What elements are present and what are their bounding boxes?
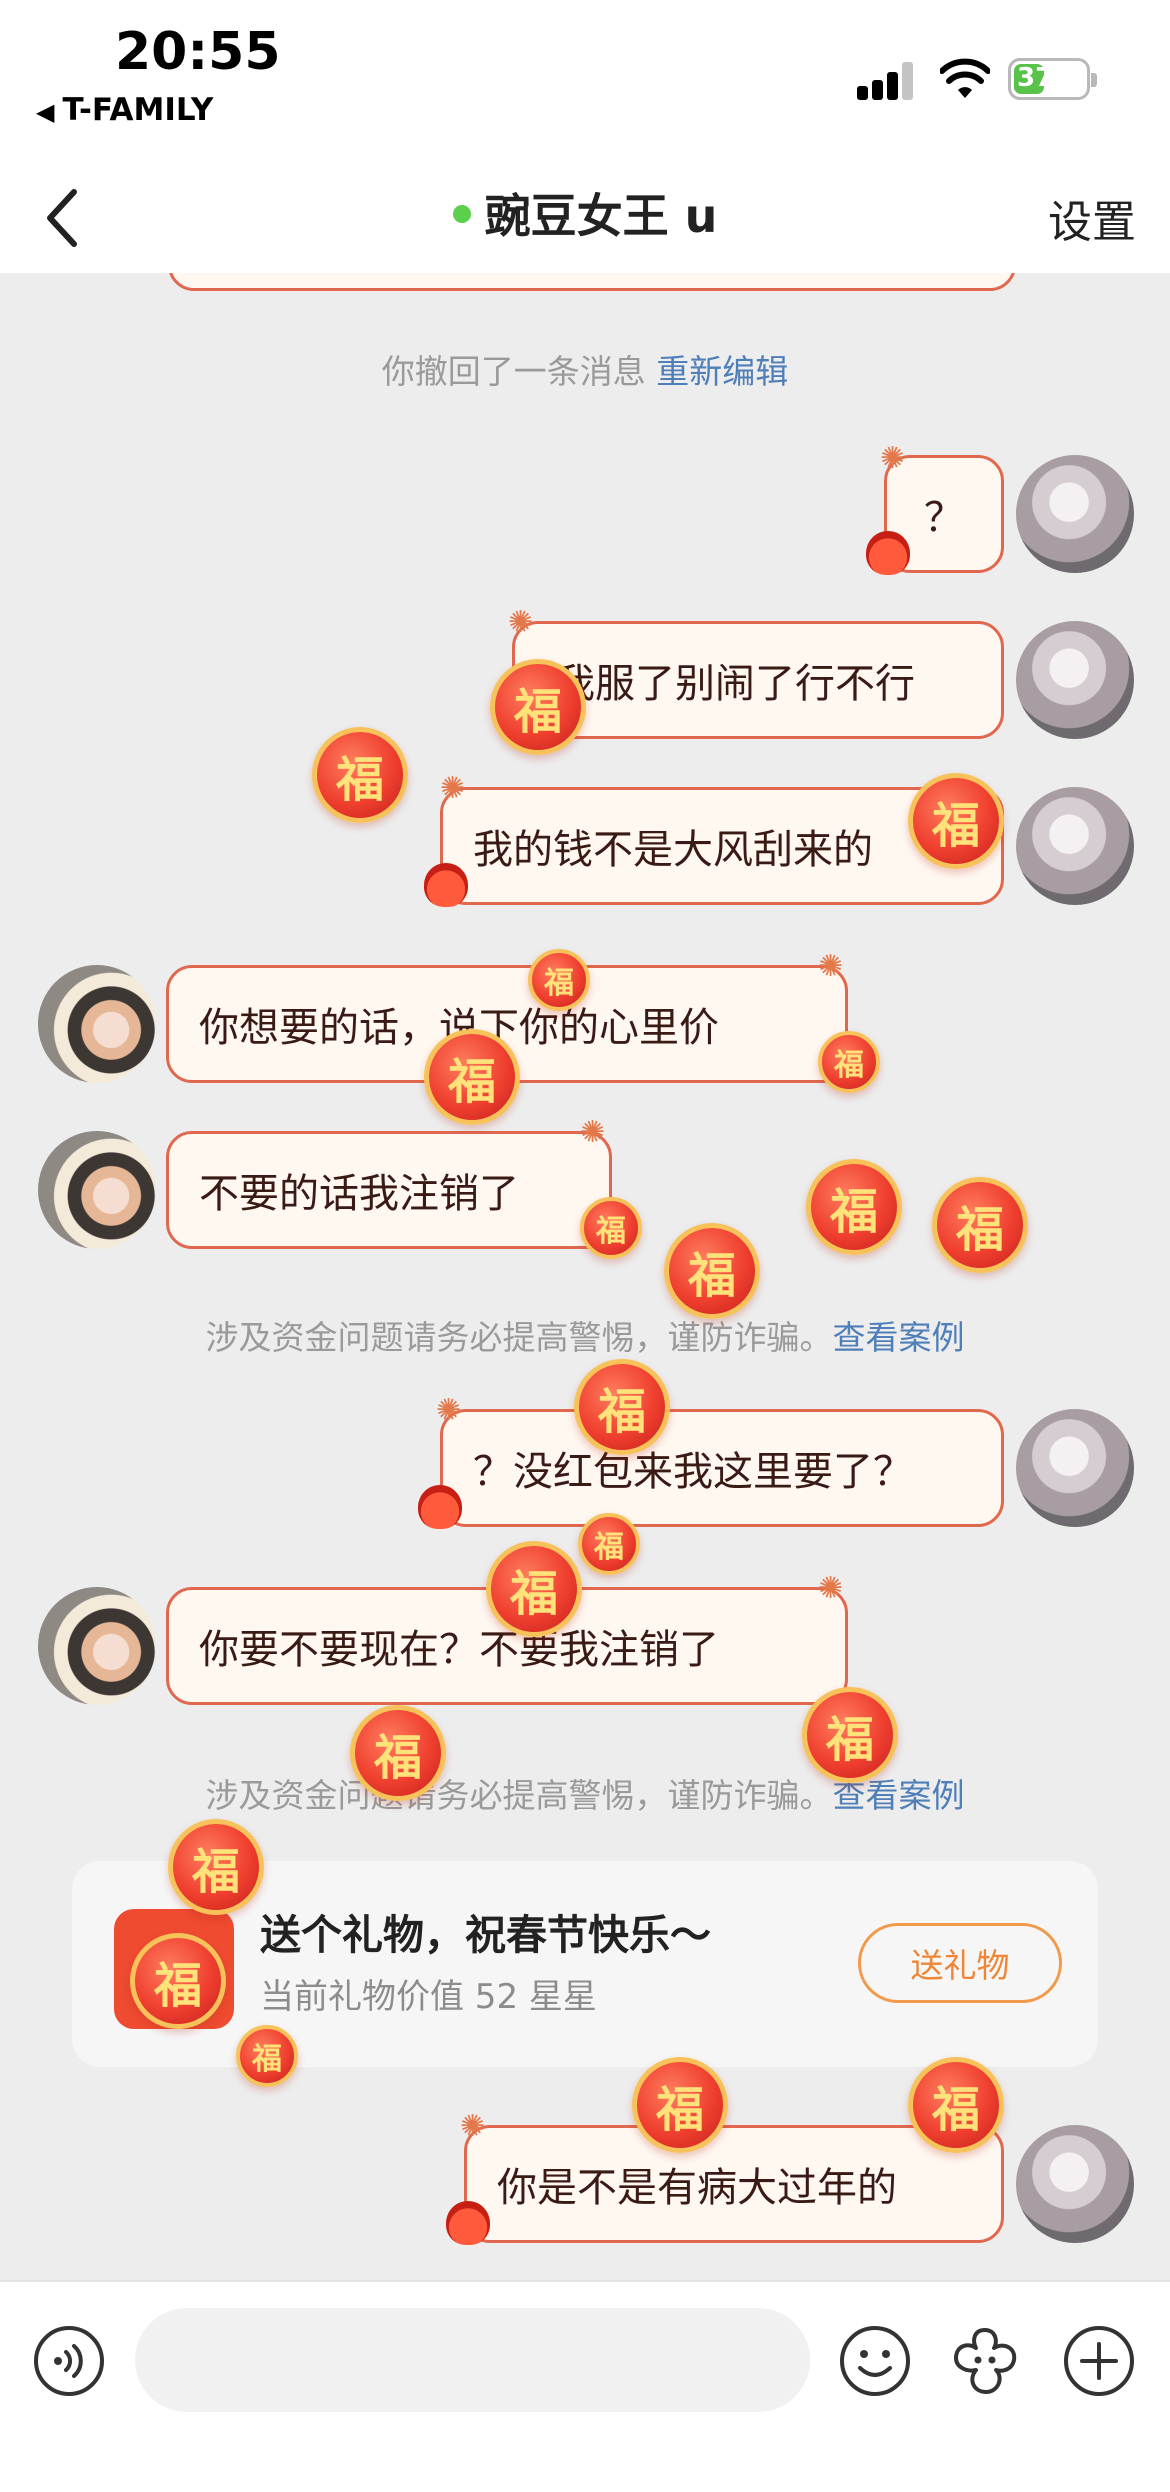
message-bubble[interactable]: 你是不是有病大过年的 bbox=[464, 2125, 1004, 2243]
fu-decoration: 福 bbox=[806, 1159, 902, 1255]
firework-icon: ✺ bbox=[880, 441, 906, 476]
fu-decoration: 福 bbox=[130, 1933, 226, 2029]
message-input[interactable] bbox=[135, 2308, 810, 2412]
gift-title: 送个礼物，祝春节快乐～ bbox=[260, 1911, 711, 1959]
firework-icon: ✺ bbox=[460, 2109, 486, 2144]
red-pouch-icon bbox=[866, 531, 910, 575]
status-bar: 20:55 ◀ T-FAMILY 37 bbox=[0, 0, 1170, 160]
fu-decoration: 福 bbox=[908, 2057, 1004, 2153]
fu-decoration: 福 bbox=[574, 1359, 670, 1455]
input-bar bbox=[0, 2280, 1170, 2492]
fu-decoration: 福 bbox=[236, 2025, 298, 2087]
fu-decoration: 福 bbox=[908, 773, 1004, 869]
red-pouch-icon bbox=[418, 1485, 462, 1529]
sticker-icon[interactable] bbox=[948, 2324, 1022, 2398]
fraud-warning: 涉及资金问题请务必提高警惕，谨防诈骗。查看案例 bbox=[0, 1769, 1170, 1817]
my-avatar[interactable] bbox=[1016, 455, 1134, 573]
fu-decoration: 福 bbox=[632, 2057, 728, 2153]
fraud-warning: 涉及资金问题请务必提高警惕，谨防诈骗。查看案例 bbox=[0, 1311, 1170, 1359]
wifi-icon bbox=[940, 58, 990, 98]
fu-decoration: 福 bbox=[312, 727, 408, 823]
firework-icon: ✺ bbox=[818, 949, 844, 984]
red-pouch-icon bbox=[424, 863, 468, 907]
message-bubble[interactable]: ？没红包来我这里要了？ bbox=[440, 1409, 1004, 1527]
contact-avatar[interactable] bbox=[38, 1587, 156, 1705]
contact-avatar[interactable] bbox=[38, 965, 156, 1083]
message-text: 你是不是有病大过年的 bbox=[497, 2165, 897, 2211]
battery-icon: 37 bbox=[1008, 58, 1097, 100]
gift-value: 当前礼物价值 52 星星 bbox=[260, 1977, 597, 2017]
add-more-icon[interactable] bbox=[1062, 2324, 1136, 2398]
re-edit-link[interactable]: 重新编辑 bbox=[656, 352, 788, 391]
fraud-warning-text: 涉及资金问题请务必提高警惕，谨防诈骗。 bbox=[205, 1318, 833, 1357]
message-text: 不要的话我注销了 bbox=[199, 1171, 519, 1217]
status-time: 20:55 bbox=[115, 22, 281, 82]
red-pouch-icon bbox=[446, 2201, 490, 2245]
message-bubble[interactable]: 我服了别闹了行不行 bbox=[512, 621, 1004, 739]
chat-title: 豌豆女王 u bbox=[0, 180, 1170, 246]
my-avatar[interactable] bbox=[1016, 2125, 1134, 2243]
settings-button[interactable]: 设置 bbox=[1048, 186, 1136, 250]
fraud-warning-text: 涉及资金问题请务必提高警惕，谨防诈骗。 bbox=[205, 1776, 833, 1815]
cellular-signal-icon bbox=[855, 60, 925, 100]
fu-decoration: 福 bbox=[168, 1819, 264, 1915]
fu-decoration: 福 bbox=[350, 1705, 446, 1801]
message-text: 你要不要现在？不要我注销了 bbox=[199, 1627, 719, 1673]
voice-input-icon[interactable] bbox=[32, 2324, 106, 2398]
firework-icon: ✺ bbox=[440, 771, 466, 806]
recall-notice-text: 你撤回了一条消息 bbox=[381, 352, 646, 391]
fu-decoration: 福 bbox=[818, 1031, 880, 1093]
chat-area[interactable]: 你撤回了一条消息 重新编辑 ？ ✺ 我服了别闹了行不行 ✺ 我的钱不是大风刮来的… bbox=[0, 273, 1170, 2280]
firework-icon: ✺ bbox=[508, 605, 534, 640]
carrier-label: T-FAMILY bbox=[62, 92, 214, 128]
my-avatar[interactable] bbox=[1016, 787, 1134, 905]
fu-decoration: 福 bbox=[664, 1223, 760, 1319]
back-triangle-icon: ◀ bbox=[36, 98, 55, 126]
message-bubble-partial bbox=[168, 273, 1016, 291]
fu-decoration: 福 bbox=[802, 1687, 898, 1783]
contact-avatar[interactable] bbox=[38, 1131, 156, 1249]
message-text: 我服了别闹了行不行 bbox=[555, 661, 915, 707]
message-text: ？ bbox=[924, 495, 964, 541]
battery-level: 37 bbox=[1017, 63, 1054, 93]
nav-bar: 豌豆女王 u 设置 bbox=[0, 160, 1170, 273]
fu-decoration: 福 bbox=[424, 1029, 520, 1125]
fu-decoration: 福 bbox=[486, 1541, 582, 1637]
fu-decoration: 福 bbox=[580, 1197, 642, 1259]
contact-name: 豌豆女王 u bbox=[484, 189, 718, 243]
my-avatar[interactable] bbox=[1016, 1409, 1134, 1527]
firework-icon: ✺ bbox=[436, 1393, 462, 1428]
firework-icon: ✺ bbox=[580, 1115, 606, 1150]
message-bubble[interactable]: 不要的话我注销了 bbox=[166, 1131, 612, 1249]
firework-icon: ✺ bbox=[818, 1571, 844, 1606]
carrier-back-link[interactable]: ◀ T-FAMILY bbox=[36, 92, 213, 128]
fu-decoration: 福 bbox=[932, 1177, 1028, 1273]
fu-decoration: 福 bbox=[578, 1513, 640, 1575]
view-cases-link[interactable]: 查看案例 bbox=[833, 1318, 965, 1357]
fu-decoration: 福 bbox=[528, 949, 590, 1011]
online-status-dot bbox=[452, 204, 471, 223]
message-text: ？没红包来我这里要了？ bbox=[473, 1449, 913, 1495]
recall-notice: 你撤回了一条消息 重新编辑 bbox=[0, 345, 1170, 393]
my-avatar[interactable] bbox=[1016, 621, 1134, 739]
fu-decoration: 福 bbox=[490, 659, 586, 755]
send-gift-button[interactable]: 送礼物 bbox=[858, 1923, 1062, 2003]
emoji-icon[interactable] bbox=[838, 2324, 912, 2398]
message-text: 我的钱不是大风刮来的 bbox=[473, 827, 873, 873]
